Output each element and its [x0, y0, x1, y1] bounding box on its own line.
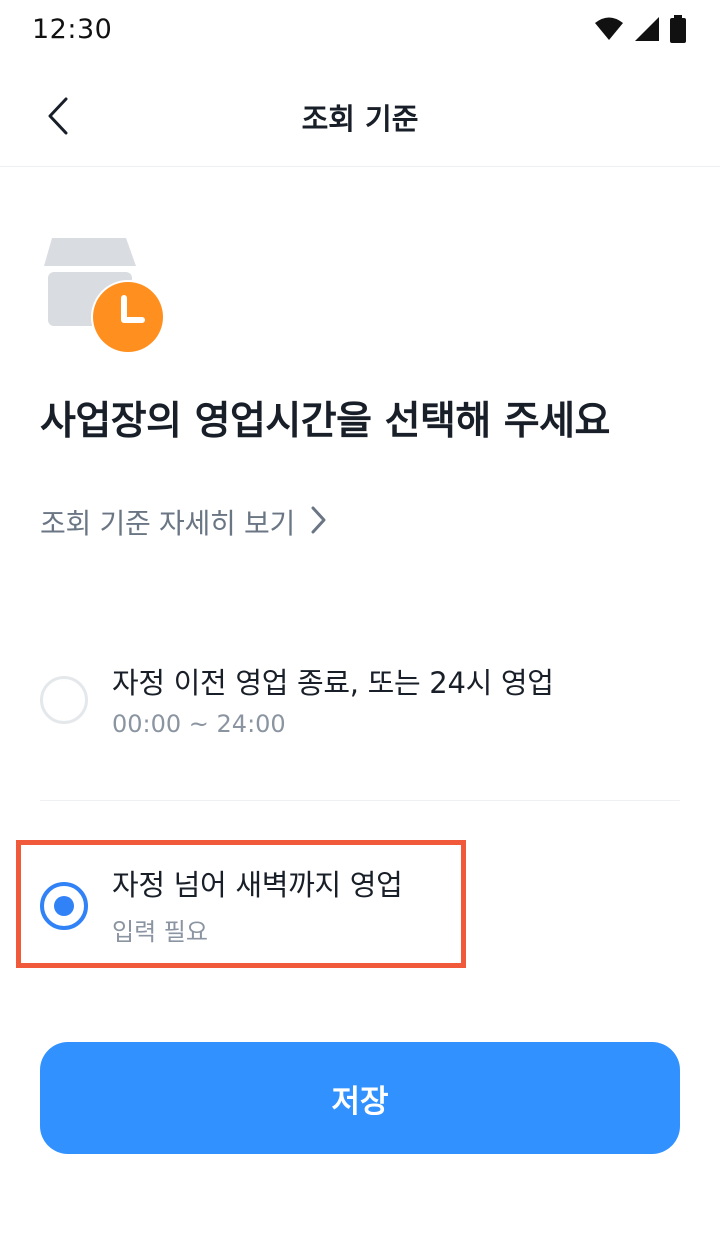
save-button-label: 저장 — [331, 1083, 389, 1119]
detail-link[interactable]: 조회 기준 자세히 보기 — [40, 500, 327, 544]
radio-button-selected[interactable] — [40, 882, 88, 930]
option-subtitle: 00:00 ~ 24:00 — [112, 710, 286, 738]
detail-link-label: 조회 기준 자세히 보기 — [40, 507, 295, 540]
radio-dot — [54, 896, 74, 916]
radio-button-unselected[interactable] — [40, 676, 88, 724]
status-time: 12:30 — [32, 14, 113, 45]
headline: 사업장의 영업시간을 선택해 주세요 — [40, 399, 610, 444]
signal-icon — [634, 16, 660, 46]
store-clock-icon — [40, 236, 168, 356]
status-bar: 12:30 — [0, 0, 720, 66]
option-title: 자정 넘어 새벽까지 영업 — [112, 868, 403, 902]
divider — [40, 800, 680, 801]
battery-icon — [670, 15, 686, 47]
status-icons — [594, 15, 686, 47]
app-bar: 조회 기준 — [0, 66, 720, 167]
page-title: 조회 기준 — [301, 102, 419, 136]
wifi-icon — [594, 17, 624, 45]
option-subtitle: 입력 필요 — [112, 918, 208, 946]
option-before-midnight[interactable]: 자정 이전 영업 종료, 또는 24시 영업 00:00 ~ 24:00 — [40, 650, 680, 770]
option-title: 자정 이전 영업 종료, 또는 24시 영업 — [112, 666, 554, 700]
save-button[interactable]: 저장 — [40, 1042, 680, 1154]
chevron-right-icon — [309, 505, 327, 539]
option-past-midnight[interactable]: 자정 넘어 새벽까지 영업 입력 필요 — [40, 850, 680, 960]
